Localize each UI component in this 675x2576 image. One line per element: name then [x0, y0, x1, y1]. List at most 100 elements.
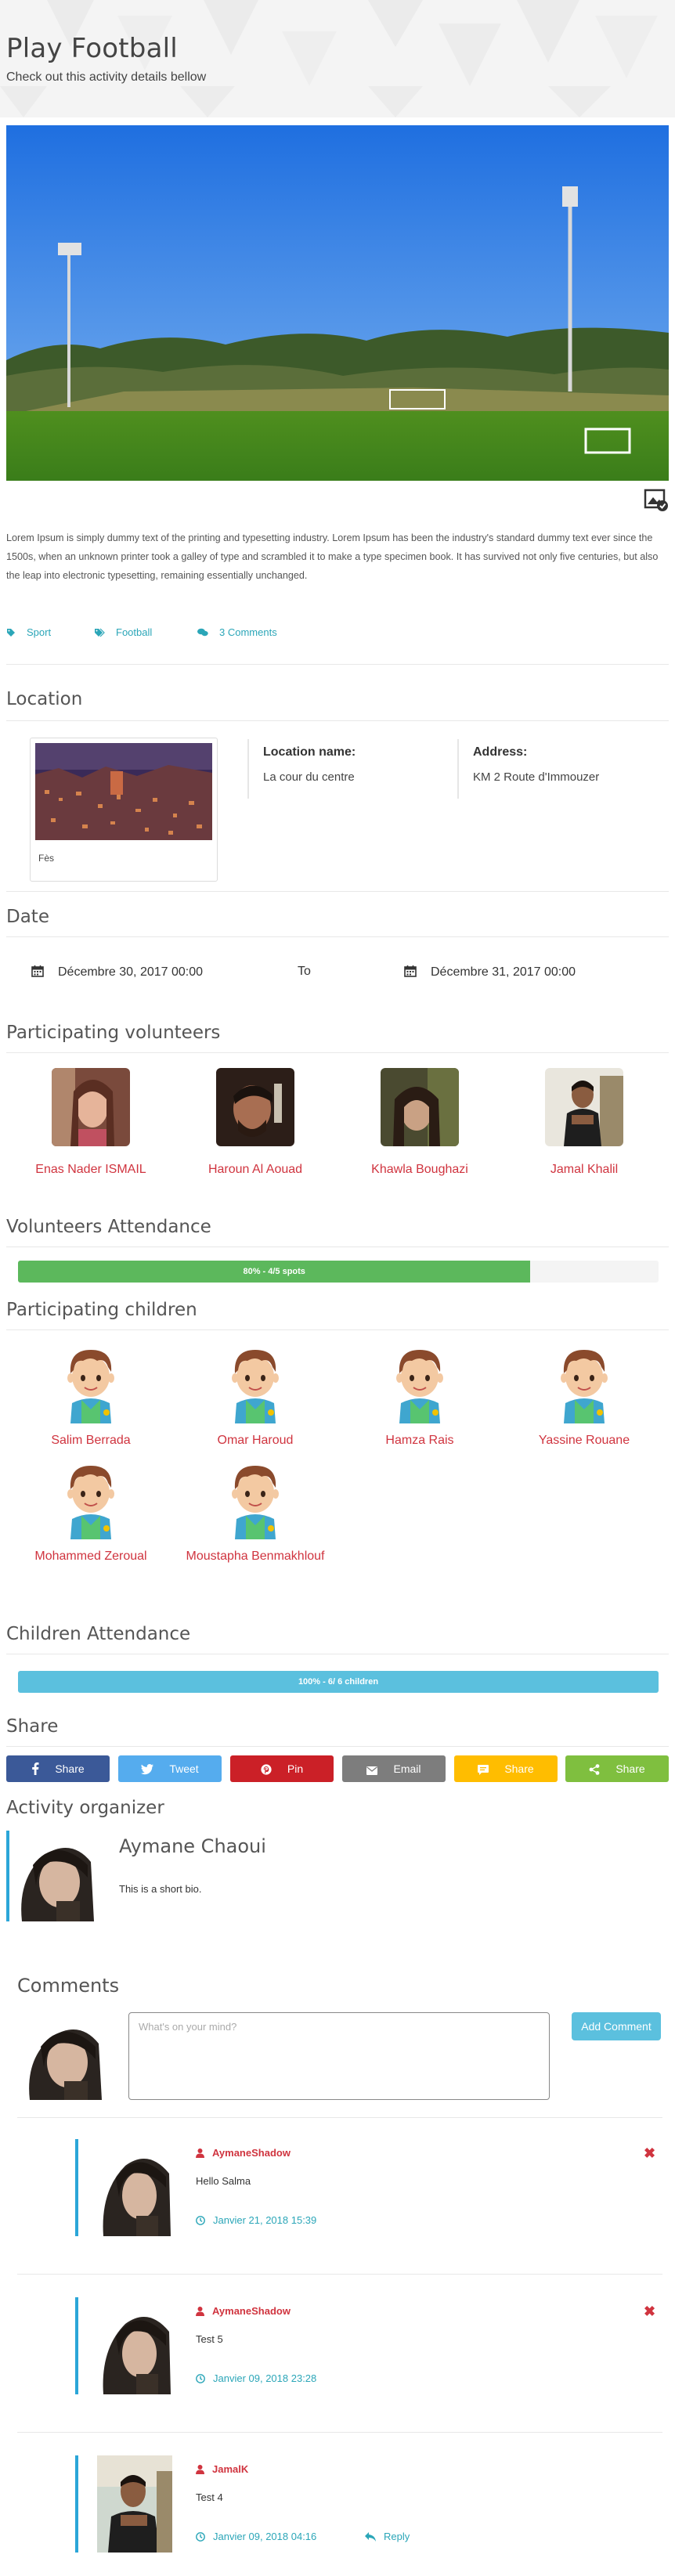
end-date-value: Décembre 31, 2017 00:00: [431, 965, 576, 979]
child-name: Hamza Rais: [385, 1434, 454, 1447]
location-caption: Fès: [38, 853, 55, 864]
page-title: Play Football: [6, 33, 178, 64]
clock-icon: [196, 2216, 205, 2225]
share-button-label: Share: [504, 1762, 534, 1775]
volunteer-card[interactable]: Enas Nader ISMAIL: [13, 1068, 169, 1178]
location-card[interactable]: Fès: [30, 738, 218, 882]
comment-author[interactable]: AymaneShadow: [196, 2305, 291, 2317]
divider: [6, 936, 669, 937]
comment-avatar[interactable]: [97, 2139, 172, 2236]
image-gallery-icon[interactable]: [644, 487, 669, 512]
child-card[interactable]: Mohammed Zeroual: [13, 1461, 169, 1564]
volunteer-card[interactable]: Haroun Al Aouad: [177, 1068, 334, 1178]
address-label: Address:: [473, 745, 528, 759]
comments-heading: Comments: [17, 1975, 120, 1997]
volunteer-card[interactable]: Jamal Khalil: [506, 1068, 662, 1178]
delete-comment-icon[interactable]: ✖: [644, 2304, 655, 2320]
date-to-label: To: [298, 965, 311, 978]
user-icon: [196, 2307, 204, 2316]
volunteer-avatar: [52, 1068, 130, 1146]
child-card[interactable]: Moustapha Benmakhlouf: [177, 1461, 334, 1564]
comment-date-value: Janvier 09, 2018 23:28: [213, 2372, 317, 2384]
child-card[interactable]: Yassine Rouane: [506, 1345, 662, 1449]
tag-sport[interactable]: Sport: [6, 626, 51, 638]
divider: [6, 1746, 669, 1747]
comment-avatar[interactable]: [97, 2297, 172, 2394]
volunteer-name: Khawla Boughazi: [371, 1163, 468, 1176]
clock-icon: [196, 2374, 205, 2383]
reply-icon: [365, 2532, 376, 2542]
child-avatar: [390, 1345, 449, 1423]
tag-icon: [95, 628, 105, 637]
share-button-label: Share: [55, 1762, 85, 1775]
comment-author-name: AymaneShadow: [212, 2305, 291, 2317]
child-name: Omar Haroud: [217, 1434, 294, 1447]
twitter-share-button[interactable]: Tweet: [118, 1755, 222, 1782]
volunteer-card[interactable]: Khawla Boughazi: [341, 1068, 498, 1178]
generic-share-button[interactable]: Share: [565, 1755, 669, 1782]
sms-share-button[interactable]: Share: [454, 1755, 558, 1782]
clock-icon: [196, 2532, 205, 2542]
share-buttons: Share Tweet Pin Email Share Share: [6, 1755, 669, 1782]
facebook-share-button[interactable]: Share: [6, 1755, 110, 1782]
divider: [6, 891, 669, 892]
divider: [17, 2274, 662, 2275]
comment-author-name: JamalK: [212, 2463, 249, 2475]
organizer-name[interactable]: Aymane Chaoui: [119, 1835, 266, 1857]
children-attendance-heading: Children Attendance: [6, 1624, 191, 1644]
email-icon: [366, 1766, 378, 1775]
child-name: Salim Berrada: [51, 1434, 131, 1447]
tag-label: Sport: [27, 626, 52, 638]
activity-description: Lorem Ipsum is simply dummy text of the …: [6, 532, 659, 581]
comment-item: AymaneShadow Hello Salma Janvier 21, 2018 …: [75, 2139, 662, 2236]
address-block: Address: KM 2 Route d'Immouzer: [457, 739, 661, 799]
children-attendance-fill: 100% - 6/ 6 children: [18, 1671, 659, 1693]
child-avatar: [226, 1461, 285, 1539]
organizer-avatar[interactable]: [6, 1831, 97, 1921]
child-card[interactable]: Hamza Rais: [341, 1345, 498, 1449]
delete-comment-icon[interactable]: ✖: [644, 2145, 655, 2162]
pinterest-share-button[interactable]: Pin: [230, 1755, 334, 1782]
share-button-label: Share: [615, 1762, 645, 1775]
volunteer-name: Haroun Al Aouad: [208, 1163, 303, 1176]
comment-accent-bar: [75, 2297, 78, 2394]
comment-input[interactable]: [128, 2012, 550, 2100]
add-comment-button[interactable]: Add Comment: [572, 2012, 661, 2040]
user-icon: [196, 2465, 204, 2474]
share-icon: [589, 1764, 600, 1775]
volunteer-name: Jamal Khalil: [550, 1163, 619, 1176]
comment-author[interactable]: AymaneShadow: [196, 2147, 291, 2159]
location-name-label: Location name:: [263, 745, 356, 759]
divider: [6, 1052, 669, 1053]
calendar-icon: [31, 965, 44, 977]
share-button-label: Pin: [287, 1762, 304, 1775]
current-user-avatar: [17, 2012, 105, 2100]
comment-avatar[interactable]: [97, 2455, 172, 2553]
email-share-button[interactable]: Email: [342, 1755, 446, 1782]
volunteers-attendance-fill: 80% - 4/5 spots: [18, 1261, 531, 1283]
child-name: Mohammed Zeroual: [34, 1550, 147, 1563]
tag-football[interactable]: Football: [94, 626, 152, 638]
reply-button[interactable]: Reply: [365, 2531, 410, 2542]
comment-author[interactable]: JamalK: [196, 2463, 248, 2475]
divider: [6, 664, 669, 665]
start-date-value: Décembre 30, 2017 00:00: [58, 965, 204, 979]
divider: [17, 2117, 662, 2118]
comments-icon: [197, 628, 208, 637]
child-card[interactable]: Omar Haroud: [177, 1345, 334, 1449]
child-card[interactable]: Salim Berrada: [13, 1345, 169, 1449]
share-heading: Share: [6, 1716, 59, 1737]
child-avatar: [61, 1461, 121, 1539]
facebook-icon: [32, 1762, 39, 1775]
comments-count-link[interactable]: 3 Comments: [197, 626, 277, 638]
child-avatar: [554, 1345, 614, 1423]
organizer-bio: This is a short bio.: [119, 1883, 202, 1895]
children-heading: Participating children: [6, 1300, 197, 1320]
comment-date: Janvier 21, 2018 15:39: [196, 2214, 316, 2226]
volunteers-heading: Participating volunteers: [6, 1023, 221, 1043]
end-date: Décembre 31, 2017 00:00: [404, 965, 576, 980]
date-heading: Date: [6, 907, 49, 927]
comment-date-value: Janvier 21, 2018 15:39: [213, 2214, 317, 2226]
calendar-icon: [404, 965, 417, 977]
comment-accent-bar: [75, 2455, 78, 2553]
